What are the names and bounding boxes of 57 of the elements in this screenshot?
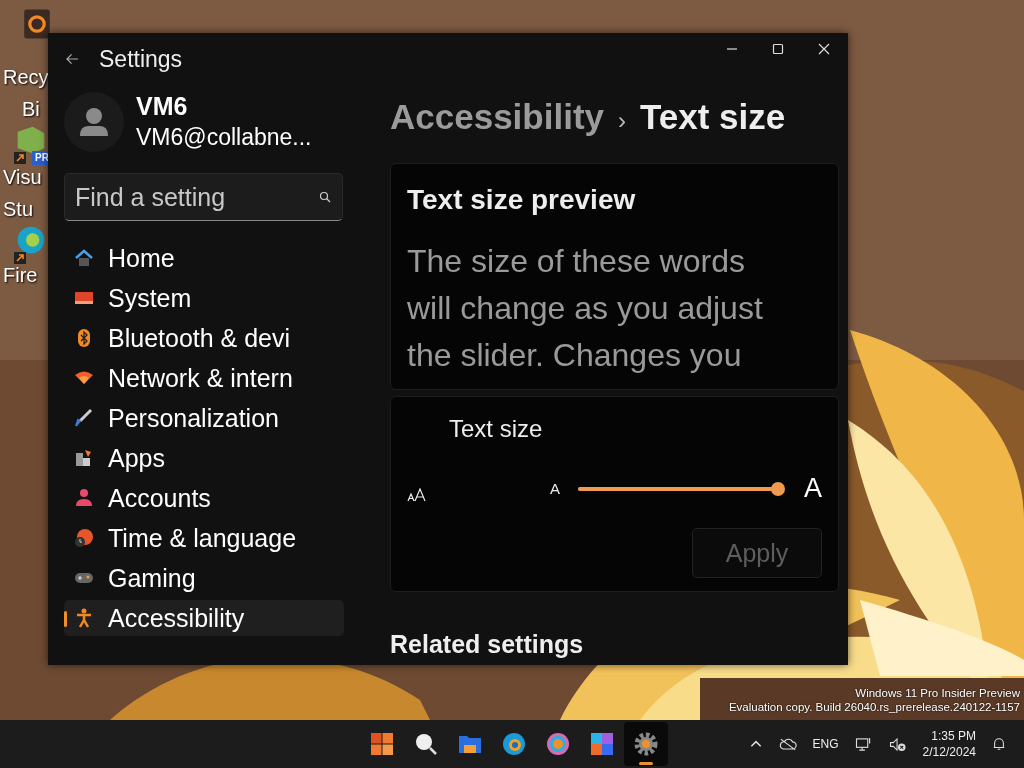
search-icon [414, 732, 438, 756]
person-icon [74, 488, 94, 508]
preview-text: The size of these words will change as you adjust the slider. Changes you [407, 242, 764, 375]
avatar-icon [64, 92, 124, 152]
desktop-icon-label[interactable]: Stu [3, 196, 34, 222]
search-icon [319, 191, 331, 203]
nav-item[interactable]: Bluetooth & devi [64, 320, 344, 356]
house-icon [74, 248, 94, 268]
back-arrow-icon[interactable] [66, 53, 79, 65]
cloud-off-icon[interactable] [778, 736, 797, 752]
close-icon[interactable] [818, 43, 830, 55]
recycle-bin-icon[interactable] [22, 8, 52, 40]
clock-date[interactable]: 2/12/2024 [922, 744, 976, 760]
desktop-icon-label[interactable]: Bi [22, 96, 40, 122]
account-email: VM6@collabne... [136, 123, 312, 152]
watermark-text: Windows 11 Pro Insider Preview [855, 686, 1020, 700]
monitor-icon[interactable] [854, 736, 873, 752]
page-title: Text size [640, 97, 786, 137]
search-field[interactable]: Find a setting [64, 173, 343, 221]
nav-item[interactable]: Accessibility [64, 600, 344, 636]
desktop-icon-label[interactable]: Visu [3, 164, 42, 190]
nav-item[interactable]: Accounts [64, 480, 344, 516]
window-title: Settings [99, 45, 183, 73]
start-icon [370, 732, 394, 756]
setting-label: Text size [449, 415, 544, 443]
accessibility-icon [74, 608, 94, 628]
nav-item[interactable]: Network & intern [64, 360, 344, 396]
breadcrumb-separator: › [618, 107, 626, 135]
nav-item[interactable]: Gaming [64, 560, 344, 596]
section-heading: Related settings [390, 630, 585, 659]
breadcrumb-parent[interactable]: Accessibility [390, 97, 604, 137]
browser-icon[interactable] [16, 224, 46, 256]
card-title: Text size preview [407, 184, 637, 216]
taskbar-button[interactable] [624, 722, 668, 766]
account-name: VM6 [136, 91, 189, 121]
store-icon [590, 732, 614, 756]
maximize-icon[interactable] [772, 43, 784, 55]
watermark-text: Evaluation copy. Build 26040.rs_prerelease.240122-1157 [728, 700, 1020, 714]
clock-time[interactable]: 1:35 PM [931, 728, 976, 744]
nav-item[interactable]: System [64, 280, 344, 316]
desktop-icon-label[interactable]: Fire [3, 262, 38, 288]
large-a-mark: A [804, 473, 823, 504]
desktop-icon-label[interactable]: Recy [3, 64, 49, 90]
nav-item[interactable]: Apps [64, 440, 344, 476]
browser-icon [502, 732, 526, 756]
language-indicator[interactable]: ENG [812, 737, 839, 751]
nav-item[interactable]: Home [64, 240, 344, 276]
apps-icon [74, 448, 94, 468]
browser-icon [546, 732, 570, 756]
small-a-mark: A [550, 480, 560, 497]
gear-icon [634, 732, 658, 756]
speaker-muted-icon[interactable] [888, 736, 907, 752]
bell-icon[interactable] [992, 737, 1006, 751]
brush-icon [74, 408, 94, 428]
globe-clock-icon [74, 528, 94, 548]
nav-item[interactable]: Time & language [64, 520, 344, 556]
nav-item[interactable]: Personalization [64, 400, 344, 436]
